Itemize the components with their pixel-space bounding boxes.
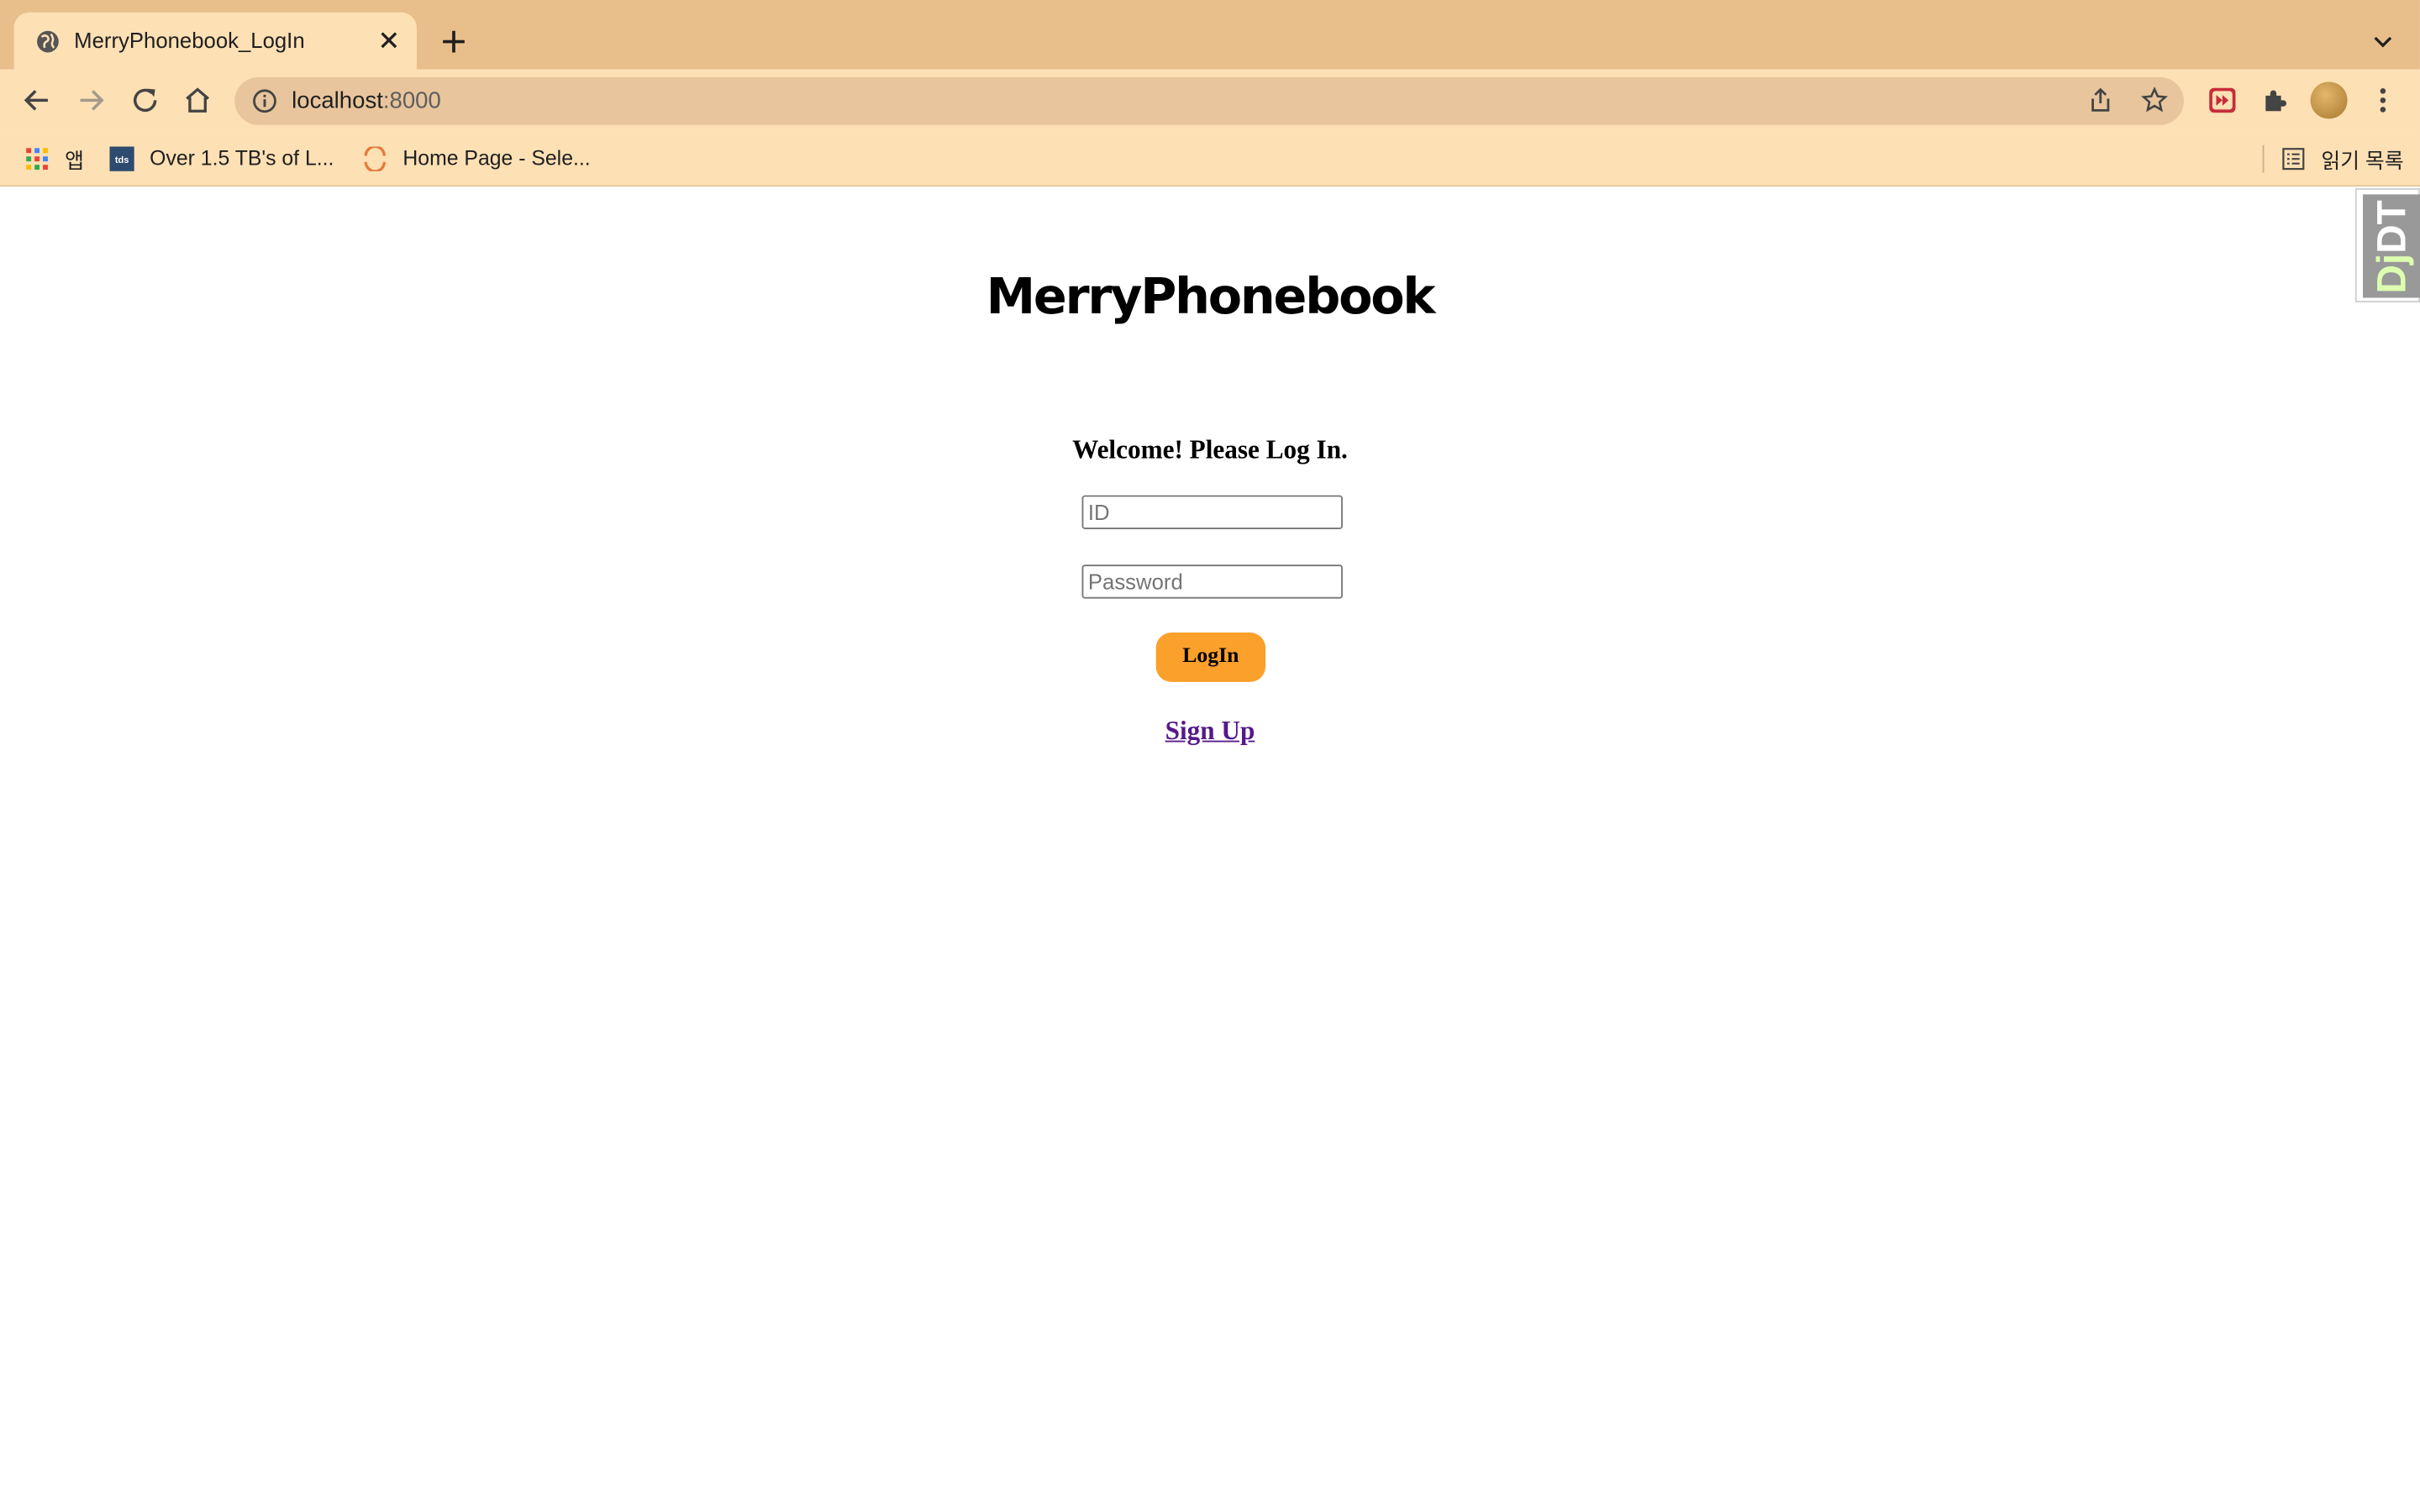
bookmark-label: Home Page - Sele...	[402, 146, 591, 171]
password-input[interactable]	[1081, 564, 1343, 599]
bookmarks-bar: 앱 tds Over 1.5 TB's of L... Home Page - …	[0, 131, 2420, 187]
djdt-handle-body: DjDT	[2362, 194, 2420, 298]
signup-link[interactable]: Sign Up	[1165, 716, 1255, 745]
star-icon[interactable]	[2141, 87, 2169, 114]
page-content: MerryPhonebook Welcome! Please Log In. L…	[0, 186, 2420, 1512]
selenium-favicon-icon	[364, 145, 386, 171]
bookmark-label: Over 1.5 TB's of L...	[150, 146, 334, 171]
reading-list-label: 읽기 목록	[2321, 149, 2404, 172]
tab-title: MerryPhonebook_LogIn	[74, 28, 305, 53]
reading-list[interactable]: 읽기 목록	[2281, 131, 2404, 185]
djdt-label: DjDT	[2368, 199, 2415, 293]
info-icon[interactable]	[251, 88, 277, 114]
reload-icon[interactable]	[128, 83, 161, 117]
welcome-heading: Welcome! Please Log In.	[1072, 434, 1348, 465]
tab-active[interactable]: MerryPhonebook_LogIn	[13, 12, 417, 70]
django-debug-toolbar-handle[interactable]: DjDT	[2354, 188, 2420, 302]
kebab-menu-icon[interactable]	[2366, 83, 2400, 117]
new-tab-plus-icon[interactable]	[439, 26, 470, 57]
url-text: localhost:8000	[292, 87, 441, 114]
tds-favicon-icon: tds	[109, 145, 134, 171]
close-icon[interactable]	[375, 26, 402, 54]
site-title: MerryPhonebook	[986, 266, 1436, 326]
back-arrow-icon[interactable]	[20, 83, 54, 117]
bookmark-divider	[2262, 144, 2265, 173]
login-button[interactable]: LogIn	[1155, 633, 1266, 682]
reading-list-icon	[2282, 147, 2305, 170]
puzzle-extensions-icon[interactable]	[2258, 83, 2291, 117]
bookmark-apps[interactable]: 앱	[24, 131, 84, 185]
signup-container: Sign Up	[0, 716, 2420, 747]
apps-grid-icon	[26, 147, 48, 170]
profile-avatar[interactable]	[2310, 81, 2348, 119]
browser-toolbar: localhost:8000	[0, 69, 2420, 132]
tab-strip: MerryPhonebook_LogIn	[0, 0, 2420, 70]
share-icon[interactable]	[2086, 87, 2114, 114]
globe-icon	[37, 30, 59, 53]
bookmark-tds[interactable]: tds Over 1.5 TB's of L...	[109, 131, 334, 185]
browser-window: MerryPhonebook_LogIn localhost:8000 앱 td…	[0, 0, 2420, 1512]
svg-text:tds: tds	[115, 155, 129, 165]
id-input[interactable]	[1081, 495, 1343, 529]
bookmark-selenium[interactable]: Home Page - Sele...	[363, 131, 591, 185]
address-bar[interactable]: localhost:8000	[234, 76, 2184, 125]
forward-arrow-icon[interactable]	[74, 83, 108, 117]
bookmark-label: 앱	[65, 149, 84, 172]
extension-video-icon[interactable]	[2206, 83, 2239, 117]
home-icon[interactable]	[181, 83, 214, 117]
chevron-down-icon[interactable]	[2369, 28, 2396, 55]
